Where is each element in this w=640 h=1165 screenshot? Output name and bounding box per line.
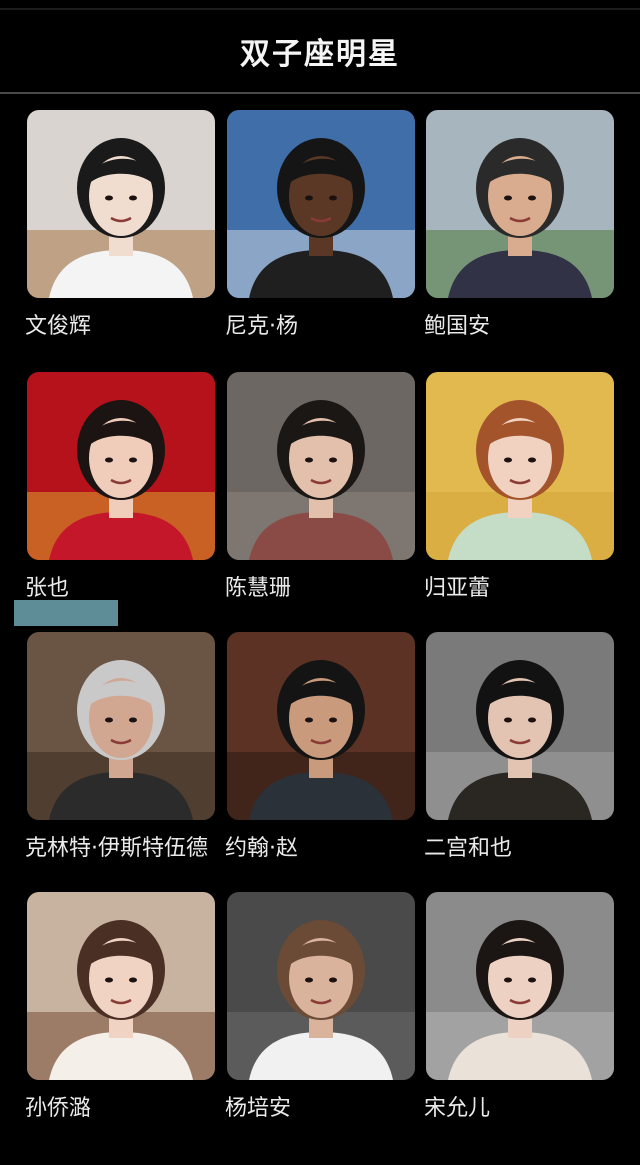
- celebrity-card[interactable]: 宋允儿: [424, 892, 614, 1124]
- celebrity-card[interactable]: 杨培安: [225, 892, 415, 1124]
- portrait-image: [426, 632, 614, 820]
- celebrity-name[interactable]: 张也: [25, 570, 219, 602]
- celebrity-card[interactable]: 陈慧珊: [225, 372, 415, 604]
- celebrity-photo[interactable]: [27, 632, 215, 820]
- portrait-image: [27, 372, 215, 560]
- celebrity-name[interactable]: 克林特·伊斯特伍德: [25, 830, 219, 862]
- celebrity-name[interactable]: 孙侨潞: [25, 1090, 219, 1122]
- portrait-image: [227, 632, 415, 820]
- celebrity-photo[interactable]: [227, 372, 415, 560]
- celebrity-card[interactable]: 二宫和也: [424, 632, 614, 864]
- celebrity-card[interactable]: 张也: [25, 372, 215, 604]
- celebrity-photo[interactable]: [27, 110, 215, 298]
- celebrity-photo[interactable]: [227, 892, 415, 1080]
- portrait-image: [426, 892, 614, 1080]
- portrait-image: [227, 372, 415, 560]
- celebrity-name[interactable]: 文俊辉: [25, 308, 219, 340]
- celebrity-card[interactable]: 孙侨潞: [25, 892, 215, 1124]
- celebrity-card[interactable]: 文俊辉: [25, 110, 215, 342]
- portrait-image: [426, 372, 614, 560]
- portrait-image: [27, 632, 215, 820]
- celebrity-photo[interactable]: [227, 110, 415, 298]
- celebrity-grid: 文俊辉 尼克·杨 鲍国安张也 陈慧珊 归亚蕾克林特·伊斯特伍德 约翰·赵 二宫和也孙侨潞 杨培…: [0, 0, 640, 1165]
- celebrity-photo[interactable]: [27, 372, 215, 560]
- celebrity-card[interactable]: 归亚蕾: [424, 372, 614, 604]
- portrait-image: [426, 110, 614, 298]
- celebrity-card[interactable]: 约翰·赵: [225, 632, 415, 864]
- celebrity-name[interactable]: 鲍国安: [424, 308, 618, 340]
- celebrity-photo[interactable]: [426, 892, 614, 1080]
- celebrity-name[interactable]: 尼克·杨: [225, 308, 419, 340]
- celebrity-photo[interactable]: [426, 372, 614, 560]
- celebrity-photo[interactable]: [227, 632, 415, 820]
- celebrity-card[interactable]: 鲍国安: [424, 110, 614, 342]
- celebrity-card[interactable]: 尼克·杨: [225, 110, 415, 342]
- portrait-image: [27, 110, 215, 298]
- celebrity-name[interactable]: 宋允儿: [424, 1090, 618, 1122]
- celebrity-card[interactable]: 克林特·伊斯特伍德: [25, 632, 215, 864]
- celebrity-name[interactable]: 约翰·赵: [225, 830, 419, 862]
- portrait-image: [27, 892, 215, 1080]
- portrait-image: [227, 110, 415, 298]
- celebrity-photo[interactable]: [27, 892, 215, 1080]
- celebrity-name[interactable]: 归亚蕾: [424, 570, 618, 602]
- portrait-image: [227, 892, 415, 1080]
- celebrity-name[interactable]: 杨培安: [225, 1090, 419, 1122]
- celebrity-name[interactable]: 二宫和也: [424, 830, 618, 862]
- celebrity-photo[interactable]: [426, 110, 614, 298]
- celebrity-name[interactable]: 陈慧珊: [225, 570, 419, 602]
- overlay-highlight-bar: [14, 600, 118, 626]
- celebrity-photo[interactable]: [426, 632, 614, 820]
